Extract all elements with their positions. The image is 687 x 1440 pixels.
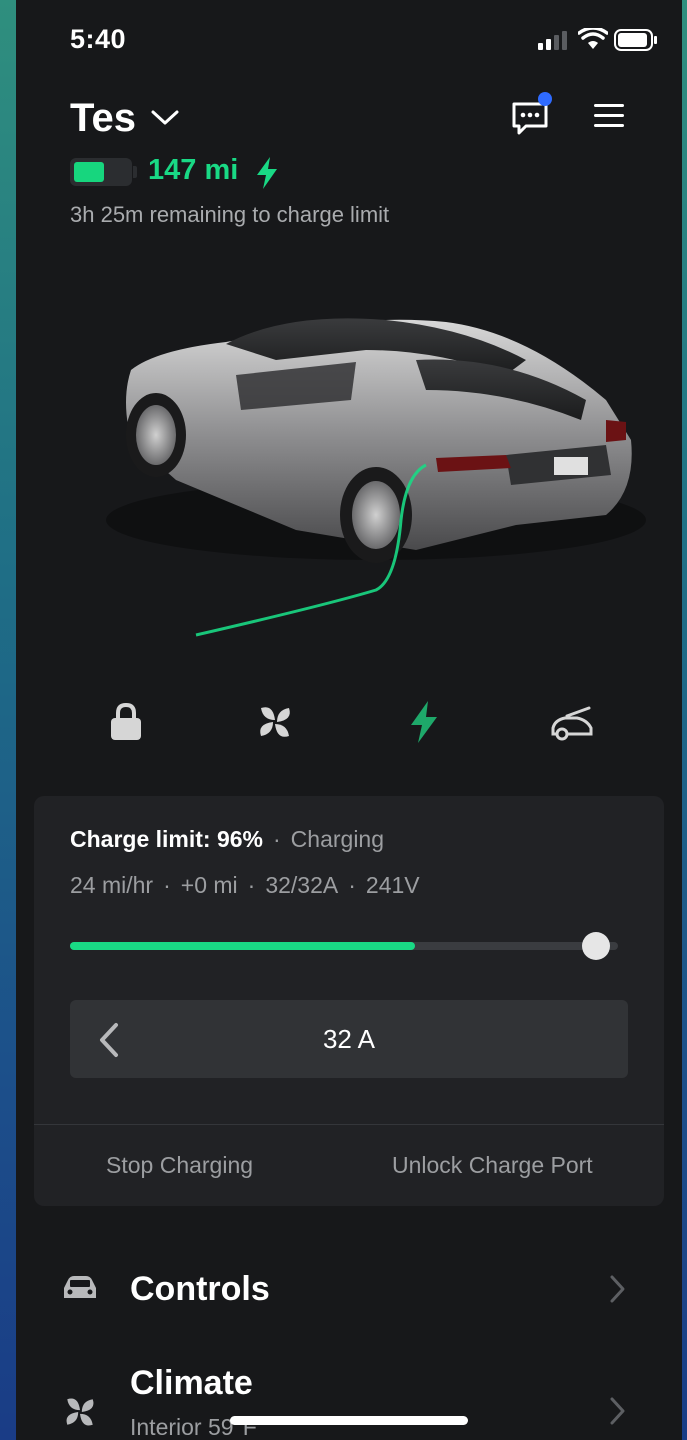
charging-state: Charging (290, 826, 385, 852)
separator: · (163, 872, 171, 898)
unlock-charge-port-button[interactable]: Unlock Charge Port (392, 1152, 593, 1179)
controls-row[interactable]: Controls (16, 1246, 682, 1336)
vehicle-name[interactable]: Tes (70, 96, 136, 141)
device-battery-icon (614, 29, 657, 51)
charge-level-fill (70, 942, 415, 950)
charge-current: 32/32A (265, 872, 339, 898)
controls-label: Controls (130, 1270, 270, 1308)
separator: · (348, 872, 356, 898)
fan-icon (66, 1398, 94, 1426)
bolt-icon (411, 701, 437, 743)
status-time: 5:40 (70, 24, 127, 54)
divider (34, 1124, 664, 1125)
home-indicator (230, 1416, 468, 1425)
stop-charging-button[interactable]: Stop Charging (106, 1152, 253, 1179)
charge-limit-handle[interactable] (582, 932, 610, 960)
trunk-button[interactable] (542, 692, 602, 752)
battery-level-fill (74, 162, 104, 182)
charge-limit-slider[interactable] (70, 932, 618, 960)
chevron-right-icon (610, 1275, 625, 1303)
climate-label: Climate (130, 1364, 253, 1402)
charging-bolt-icon (257, 157, 277, 189)
charge-limit-line: Charge limit: 96% · Charging (70, 826, 384, 853)
separator: · (247, 872, 256, 898)
lock-icon (111, 702, 141, 740)
app-screen: 5:40 Tes 147 mi 3h 25m remaining to char… (16, 0, 682, 1440)
vehicle-image (106, 318, 646, 637)
charging-stats: 24 mi/hr · +0 mi · 32/32A · 241V (70, 872, 420, 899)
charge-current-value: 32 A (322, 1024, 376, 1054)
charge-current-control: 32 A (70, 1000, 628, 1078)
wifi-icon (578, 28, 608, 49)
range-added: +0 mi (180, 872, 238, 898)
cellular-signal-icon (538, 31, 567, 50)
charging-button[interactable] (394, 692, 454, 752)
charge-rate: 24 mi/hr (70, 872, 154, 898)
chevron-down-icon[interactable] (150, 108, 180, 128)
charging-card: Charge limit: 96% · Charging 24 mi/hr · +0 m… (34, 796, 664, 1206)
status-bar: 5:40 (16, 0, 682, 80)
charge-time-remaining: 3h 25m remaining to charge limit (70, 202, 390, 227)
charge-voltage: 241V (365, 872, 420, 898)
lock-button[interactable] (96, 692, 156, 752)
menu-icon[interactable] (592, 102, 626, 130)
battery-tip (133, 166, 137, 178)
charge-limit: Charge limit: 96% (70, 826, 263, 852)
fan-icon (260, 707, 290, 737)
climate-button[interactable] (245, 692, 305, 752)
car-trunk-icon (551, 706, 593, 741)
car-icon (64, 1276, 96, 1298)
chevron-right-icon (610, 1397, 625, 1425)
notification-dot (538, 92, 552, 106)
climate-row[interactable]: Climate Interior 59°F (16, 1350, 682, 1440)
range-text: 147 mi (148, 154, 239, 186)
quick-controls (16, 692, 682, 752)
separator: · (273, 826, 281, 852)
